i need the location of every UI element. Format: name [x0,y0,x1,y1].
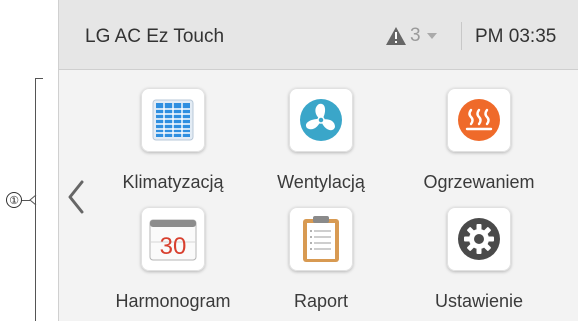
menu-item-ventilation[interactable]: Wentylacją [261,88,381,193]
alarm-count: 3 [410,25,421,46]
menu-item-air-conditioning[interactable]: Klimatyzacją [113,88,233,193]
clipboard-icon [303,216,339,262]
gear-icon [458,218,500,260]
menu-item-report[interactable]: Raport [261,207,381,312]
menu-item-label: Klimatyzacją [122,172,224,192]
warning-icon [386,27,406,45]
heating-icon [458,99,500,141]
tile [141,88,205,152]
bracket-pointer-icon [29,195,37,205]
cassette-ac-icon [152,99,194,141]
alarm-indicator[interactable]: 3 [385,24,437,48]
chevron-left-icon [68,180,84,214]
menu-item-label: Ogrzewaniem [423,172,535,192]
menu-item-schedule[interactable]: 30 Harmonogram [113,207,233,312]
clock: PM 03:35 [475,26,557,47]
tile [447,207,511,271]
menu-item-label: Wentylacją [277,172,365,192]
previous-page-button[interactable] [64,177,88,217]
menu-item-label: Ustawienie [434,291,524,311]
top-bar: LG AC Ez Touch 3 PM 03:35 [59,0,578,70]
app-title: LG AC Ez Touch [85,26,225,47]
fan-icon [300,99,342,141]
tile: 30 [141,207,205,271]
calendar-day: 30 [160,233,187,260]
menu-item-label: Raport [293,291,349,311]
callout-number: ① [6,192,22,208]
tile [289,88,353,152]
caret-down-icon [426,33,437,39]
device-screen: LG AC Ez Touch 3 PM 03:35 Klimatyzacją W… [58,0,578,321]
menu-item-heating[interactable]: Ogrzewaniem [419,88,539,193]
calendar-icon: 30 [149,219,197,261]
header-divider [461,22,462,50]
menu-item-settings[interactable]: Ustawienie [419,207,539,312]
tile [289,207,353,271]
tile [447,88,511,152]
menu-item-label: Harmonogram [115,291,231,311]
